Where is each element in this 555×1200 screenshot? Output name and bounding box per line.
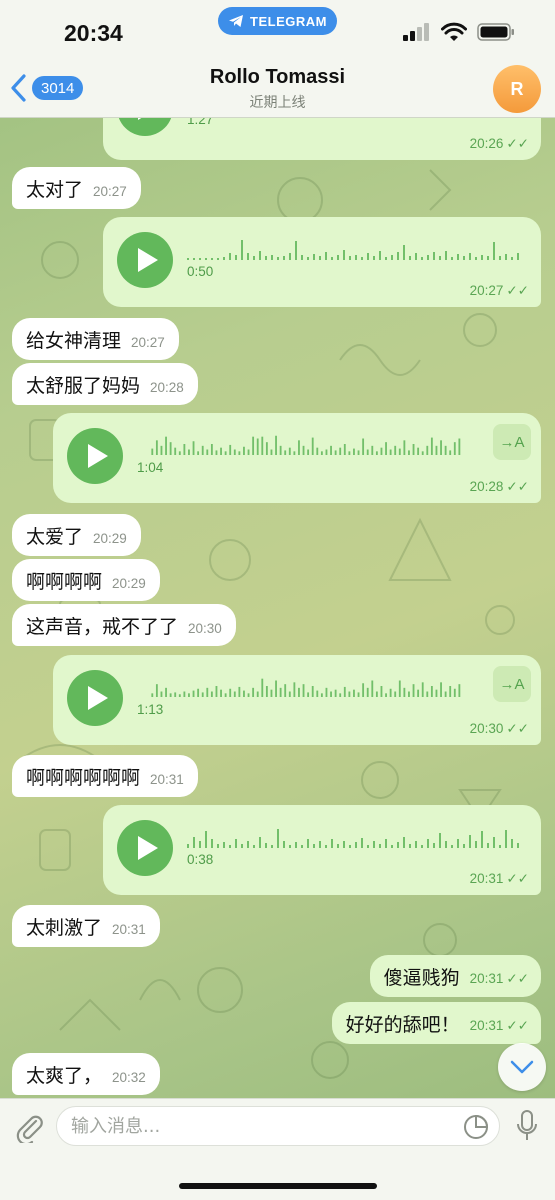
- voice-message[interactable]: 1:04 →A 20:28 ✓✓: [53, 413, 541, 503]
- top-bar: 20:34 TELEGRAM 3014 Rollo Tomassi 近期上线 R: [0, 0, 555, 118]
- message-text: 这声音，戒不了了: [26, 615, 179, 638]
- message-time: 20:31: [112, 921, 146, 937]
- message-text: 啊啊啊啊啊啊: [26, 766, 141, 789]
- message-time: 20:27: [93, 183, 127, 199]
- message-time: 20:26 ✓✓: [469, 136, 529, 151]
- voice-message[interactable]: 1:13 →A 20:30 ✓✓: [53, 655, 541, 745]
- play-button[interactable]: [67, 670, 123, 726]
- message-text: 太舒服了妈妈: [26, 374, 141, 397]
- telegram-plane-icon: [229, 15, 244, 27]
- message-input[interactable]: [71, 1107, 451, 1145]
- voice-duration: 1:04: [137, 460, 164, 475]
- paperclip-icon[interactable]: [14, 1111, 44, 1143]
- message-time: 20:31 ✓✓: [469, 871, 529, 886]
- message-time: 20:29: [112, 575, 146, 591]
- play-button[interactable]: [117, 232, 173, 288]
- message-time: 20:28 ✓✓: [469, 479, 529, 494]
- incoming-message[interactable]: 给女神清理 20:27: [12, 318, 179, 360]
- incoming-message[interactable]: 这声音，戒不了了 20:30: [12, 604, 236, 646]
- message-time: 20:27: [131, 334, 165, 350]
- incoming-message[interactable]: 啊啊啊啊 20:29: [12, 559, 160, 601]
- waveform: [187, 240, 519, 260]
- chat-title[interactable]: Rollo Tomassi: [0, 66, 555, 89]
- incoming-message[interactable]: 太刺激了 20:31: [12, 905, 160, 947]
- scroll-down-button[interactable]: [498, 1043, 546, 1091]
- voice-message[interactable]: 0:38 20:31 ✓✓: [103, 805, 541, 895]
- message-time: 20:29: [93, 530, 127, 546]
- message-time: 20:31: [150, 771, 184, 787]
- avatar[interactable]: R: [493, 65, 541, 113]
- home-indicator[interactable]: [179, 1183, 377, 1189]
- message-text: 太对了: [26, 178, 84, 201]
- sticker-icon[interactable]: [463, 1114, 489, 1140]
- message-time: 20:28: [150, 379, 184, 395]
- waveform: [151, 435, 461, 455]
- message-text: 太爱了: [26, 525, 84, 548]
- chat-screen: 20:34 TELEGRAM 3014 Rollo Tomassi 近期上线 R…: [0, 0, 555, 1200]
- chat-subtitle: 近期上线: [249, 95, 306, 111]
- play-button[interactable]: [67, 428, 123, 484]
- translate-button[interactable]: →A: [493, 424, 531, 460]
- telegram-pill-label: TELEGRAM: [250, 13, 327, 29]
- incoming-message[interactable]: 太对了 20:27: [12, 167, 141, 209]
- outgoing-message[interactable]: 好好的舔吧！ 20:31 ✓✓: [331, 1002, 541, 1044]
- message-text: 傻逼贱狗: [383, 966, 460, 989]
- message-time: 20:32: [112, 1069, 146, 1085]
- chevron-down-icon: [510, 1060, 534, 1074]
- voice-duration: 0:50: [187, 264, 214, 279]
- play-button[interactable]: [117, 820, 173, 876]
- status-time: 20:34: [64, 20, 123, 46]
- outgoing-message[interactable]: 傻逼贱狗 20:31 ✓✓: [369, 955, 541, 997]
- translate-button[interactable]: →A: [493, 666, 531, 702]
- message-time: 20:31 ✓✓: [469, 1018, 529, 1033]
- message-time: 20:31 ✓✓: [469, 971, 529, 986]
- waveform: [187, 829, 519, 848]
- message-time: 20:30: [188, 620, 222, 636]
- wifi-icon: [441, 22, 467, 41]
- incoming-message[interactable]: 太舒服了妈妈 20:28: [12, 363, 198, 405]
- telegram-pill[interactable]: TELEGRAM: [218, 7, 337, 35]
- incoming-message[interactable]: 太爽了， 20:32: [12, 1053, 160, 1095]
- message-time: 20:27 ✓✓: [469, 283, 529, 298]
- waveform: [151, 678, 461, 697]
- message-input-field[interactable]: [56, 1106, 500, 1146]
- message-text: 太刺激了: [26, 916, 103, 939]
- message-text: 太爽了，: [26, 1064, 103, 1087]
- system-icons: [403, 22, 515, 42]
- message-time: 20:30 ✓✓: [469, 721, 529, 736]
- cellular-icon: [403, 23, 429, 41]
- incoming-message[interactable]: 啊啊啊啊啊啊 20:31: [12, 755, 198, 797]
- battery-icon: [477, 23, 514, 41]
- incoming-message[interactable]: 太爱了 20:29: [12, 514, 141, 556]
- voice-duration: 0:38: [187, 852, 214, 867]
- message-text: 啊啊啊啊: [26, 570, 103, 593]
- message-text: 给女神清理: [26, 329, 122, 352]
- microphone-icon[interactable]: [515, 1109, 539, 1143]
- voice-message[interactable]: 0:50 20:27 ✓✓: [103, 217, 541, 307]
- message-text: 好好的舔吧！: [345, 1013, 460, 1036]
- voice-duration: 1:13: [137, 702, 164, 717]
